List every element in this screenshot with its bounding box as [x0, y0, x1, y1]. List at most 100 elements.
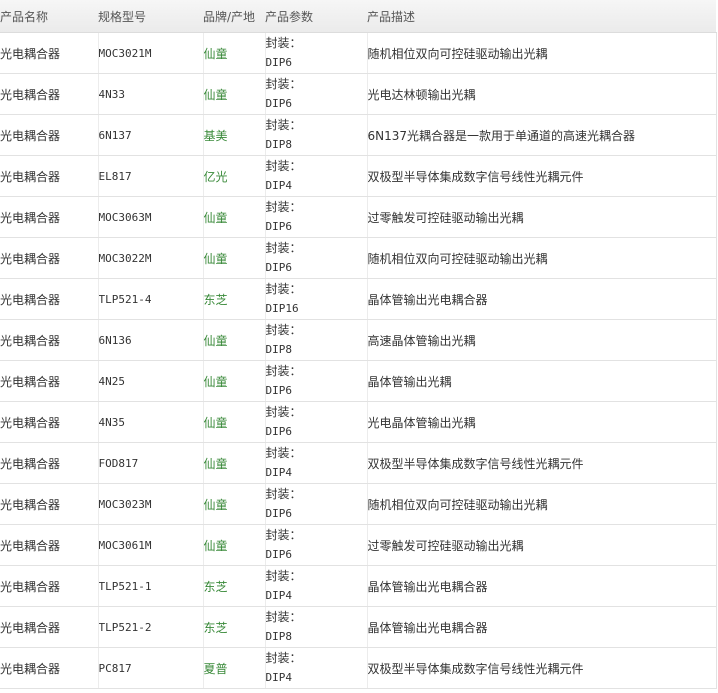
brand-link[interactable]: 亿光	[204, 170, 228, 184]
product-description: 晶体管输出光电耦合器	[367, 292, 488, 307]
product-name-cell: 光电耦合器	[0, 319, 99, 361]
product-description: 双极型半导体集成数字信号线性光耦元件	[367, 661, 584, 676]
brand-cell: 东芝	[203, 278, 266, 320]
description-cell: 随机相位双向可控硅驱动输出光耦	[367, 483, 717, 525]
table-row: 光电耦合器 MOC3022M 仙童 封装： DIP6 随机相位双向可控硅驱动输出光耦	[0, 237, 717, 279]
params-cell: 封装： DIP16	[265, 278, 368, 320]
package-value: DIP4	[265, 179, 293, 192]
params-cell: 封装： DIP6	[265, 401, 368, 443]
model-number: 4N33	[98, 87, 126, 101]
brand-link[interactable]: 仙童	[204, 375, 228, 389]
model-cell: 6N136	[98, 319, 204, 361]
brand-cell: 东芝	[203, 606, 266, 648]
table-row: 光电耦合器 MOC3023M 仙童 封装： DIP6 随机相位双向可控硅驱动输出光耦	[0, 483, 717, 525]
description-cell: 随机相位双向可控硅驱动输出光耦	[367, 32, 717, 74]
product-description: 光电达林顿输出光耦	[367, 87, 476, 102]
model-cell: MOC3022M	[98, 237, 204, 279]
params-cell: 封装： DIP4	[265, 647, 368, 689]
model-number: EL817	[98, 169, 132, 183]
package-label: 封装：	[265, 405, 302, 419]
brand-link[interactable]: 仙童	[204, 88, 228, 102]
model-number: MOC3061M	[98, 538, 152, 552]
product-name: 光电耦合器	[0, 415, 61, 430]
package-label: 封装：	[265, 200, 302, 214]
product-description: 过零触发可控硅驱动输出光耦	[367, 538, 524, 553]
product-name: 光电耦合器	[0, 456, 61, 471]
brand-link[interactable]: 仙童	[204, 539, 228, 553]
product-name-cell: 光电耦合器	[0, 278, 99, 320]
product-name: 光电耦合器	[0, 538, 61, 553]
product-name-cell: 光电耦合器	[0, 196, 99, 238]
description-cell: 6N137光耦合器是一款用于单通道的高速光耦合器	[367, 114, 717, 156]
package-value: DIP6	[265, 261, 293, 274]
model-cell: MOC3063M	[98, 196, 204, 238]
description-cell: 双极型半导体集成数字信号线性光耦元件	[367, 647, 717, 689]
params-cell: 封装： DIP6	[265, 360, 368, 402]
brand-cell: 仙童	[203, 196, 266, 238]
product-description: 随机相位双向可控硅驱动输出光耦	[367, 497, 548, 512]
brand-link[interactable]: 夏普	[204, 662, 228, 676]
package-label: 封装：	[265, 487, 302, 501]
model-cell: PC817	[98, 647, 204, 689]
params-cell: 封装： DIP6	[265, 524, 368, 566]
brand-link[interactable]: 东芝	[204, 621, 228, 635]
product-description: 晶体管输出光耦	[367, 374, 452, 389]
model-number: MOC3022M	[98, 251, 152, 265]
table-row: 光电耦合器 6N137 基美 封装： DIP8 6N137光耦合器是一款用于单通道的高速光…	[0, 114, 717, 156]
params-cell: 封装： DIP4	[265, 565, 368, 607]
description-cell: 晶体管输出光电耦合器	[367, 565, 717, 607]
package-value: DIP6	[265, 97, 293, 110]
product-name: 光电耦合器	[0, 210, 61, 225]
package-label: 封装：	[265, 159, 302, 173]
package-value: DIP6	[265, 220, 293, 233]
product-name: 光电耦合器	[0, 661, 61, 676]
product-name: 光电耦合器	[0, 374, 61, 389]
product-name-cell: 光电耦合器	[0, 32, 99, 74]
brand-link[interactable]: 基美	[204, 129, 228, 143]
package-value: DIP8	[265, 138, 293, 151]
product-table: 产品名称 规格型号 品牌/产地 产品参数 产品描述 光电耦合器 MOC3021M 仙…	[0, 0, 717, 689]
table-row: 光电耦合器 PC817 夏普 封装： DIP4 双极型半导体集成数字信号线性光耦元件	[0, 647, 717, 689]
model-cell: 4N33	[98, 73, 204, 115]
brand-link[interactable]: 仙童	[204, 498, 228, 512]
product-name: 光电耦合器	[0, 333, 61, 348]
brand-link[interactable]: 东芝	[204, 580, 228, 594]
brand-cell: 仙童	[203, 237, 266, 279]
product-description: 6N137光耦合器是一款用于单通道的高速光耦合器	[367, 128, 636, 143]
description-cell: 光电晶体管输出光耦	[367, 401, 717, 443]
params-cell: 封装： DIP4	[265, 155, 368, 197]
brand-link[interactable]: 仙童	[204, 416, 228, 430]
package-label: 封装：	[265, 241, 302, 255]
table-row: 光电耦合器 MOC3063M 仙童 封装： DIP6 过零触发可控硅驱动输出光耦	[0, 196, 717, 238]
model-cell: MOC3021M	[98, 32, 204, 74]
package-value: DIP6	[265, 384, 293, 397]
product-name: 光电耦合器	[0, 169, 61, 184]
params-cell: 封装： DIP6	[265, 32, 368, 74]
product-name-cell: 光电耦合器	[0, 155, 99, 197]
brand-link[interactable]: 仙童	[204, 252, 228, 266]
product-description: 双极型半导体集成数字信号线性光耦元件	[367, 169, 584, 184]
column-header-brand: 品牌/产地	[203, 0, 265, 33]
package-label: 封装：	[265, 282, 302, 296]
product-description: 双极型半导体集成数字信号线性光耦元件	[367, 456, 584, 471]
brand-link[interactable]: 东芝	[204, 293, 228, 307]
package-label: 封装：	[265, 651, 302, 665]
package-label: 封装：	[265, 569, 302, 583]
model-cell: EL817	[98, 155, 204, 197]
model-number: 4N25	[98, 374, 126, 388]
table-row: 光电耦合器 TLP521-2 东芝 封装： DIP8 晶体管输出光电耦合器	[0, 606, 717, 648]
brand-link[interactable]: 仙童	[204, 457, 228, 471]
brand-cell: 仙童	[203, 32, 266, 74]
model-number: 4N35	[98, 415, 126, 429]
table-body: 光电耦合器 MOC3021M 仙童 封装： DIP6 随机相位双向可控硅驱动输出光耦 光电耦…	[0, 32, 717, 689]
brand-cell: 仙童	[203, 319, 266, 361]
description-cell: 过零触发可控硅驱动输出光耦	[367, 524, 717, 566]
brand-link[interactable]: 仙童	[204, 334, 228, 348]
model-cell: TLP521-2	[98, 606, 204, 648]
product-name: 光电耦合器	[0, 292, 61, 307]
table-row: 光电耦合器 EL817 亿光 封装： DIP4 双极型半导体集成数字信号线性光耦元件	[0, 155, 717, 197]
brand-link[interactable]: 仙童	[204, 47, 228, 61]
package-label: 封装：	[265, 77, 302, 91]
brand-link[interactable]: 仙童	[204, 211, 228, 225]
model-number: MOC3023M	[98, 497, 152, 511]
